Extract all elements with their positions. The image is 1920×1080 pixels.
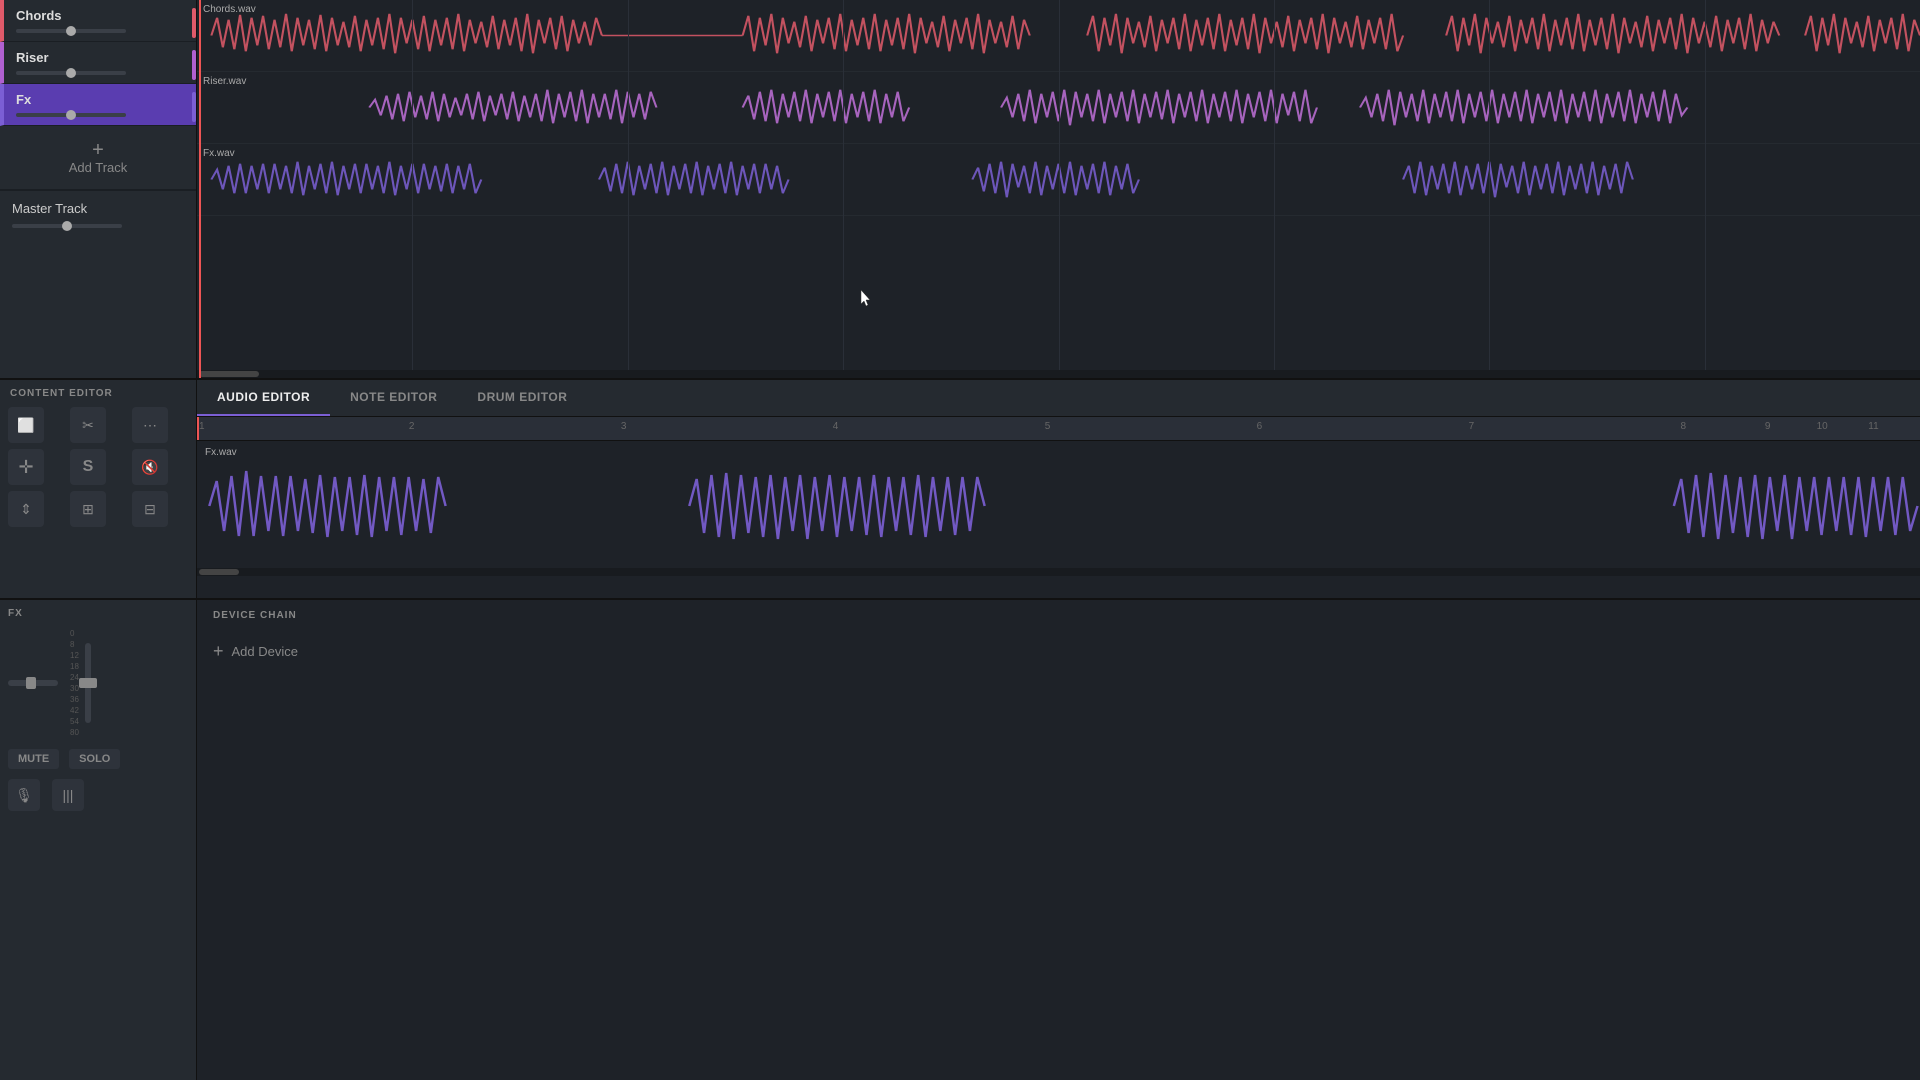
cut-tool-button[interactable]: ✂ bbox=[70, 407, 106, 443]
add-track-label: Add Track bbox=[69, 160, 128, 175]
vertical-fader[interactable] bbox=[85, 643, 91, 723]
ruler-mark-4: 4 bbox=[833, 421, 839, 432]
fx-clip-label: Fx.wav bbox=[203, 148, 235, 159]
tab-drum-editor[interactable]: DRUM EDITOR bbox=[457, 380, 587, 416]
content-editor-panel: CONTENT EDITOR ⬜ ✂ ⋯ ✛ S 🔇 ⇕ ⊞ ⊟ bbox=[0, 380, 197, 598]
ruler-mark-3: 3 bbox=[621, 421, 627, 432]
select-tool-button[interactable]: ⬜ bbox=[8, 407, 44, 443]
vertical-fader-thumb[interactable] bbox=[79, 678, 97, 688]
audio-editor-ruler: 1 2 3 4 5 6 7 8 9 10 11 bbox=[197, 417, 1920, 441]
stretch-tool-button[interactable]: S bbox=[70, 449, 106, 485]
playhead bbox=[199, 0, 201, 378]
ruler-mark-5: 5 bbox=[1045, 421, 1051, 432]
ruler-mark-11: 11 bbox=[1868, 421, 1878, 432]
timeline-scrollbar[interactable] bbox=[197, 370, 1920, 378]
ruler-mark-9: 9 bbox=[1765, 421, 1771, 432]
track-item-chords[interactable]: Chords bbox=[0, 0, 196, 42]
ungroup-tool-button[interactable]: ⊟ bbox=[132, 491, 168, 527]
audio-editor-content: 1 2 3 4 5 6 7 8 9 10 11 Fx.wav bbox=[197, 417, 1920, 598]
chords-waveform bbox=[197, 0, 1920, 71]
mute-solo-row: MUTE SOLO bbox=[8, 749, 188, 769]
audio-file-label: Fx.wav bbox=[199, 443, 243, 462]
riser-clip-label: Riser.wav bbox=[203, 76, 246, 87]
fx-waveform bbox=[197, 144, 1920, 215]
fx-fader-track[interactable] bbox=[8, 680, 58, 686]
ruler-mark-2: 2 bbox=[409, 421, 415, 432]
ruler-mark-10: 10 bbox=[1817, 421, 1828, 432]
record-button[interactable]: 🎙 bbox=[8, 779, 40, 811]
editor-tabs: AUDIO EDITOR NOTE EDITOR DRUM EDITOR bbox=[197, 380, 1920, 417]
vertical-fader-track[interactable] bbox=[85, 643, 91, 723]
move-tool-button[interactable]: ✛ bbox=[8, 449, 44, 485]
eq-button[interactable]: ||| bbox=[52, 779, 84, 811]
audio-editor-scrollbar[interactable] bbox=[197, 568, 1920, 576]
content-editor-label: CONTENT EDITOR bbox=[8, 388, 188, 399]
ruler-mark-6: 6 bbox=[1257, 421, 1263, 432]
audio-ruler-playhead bbox=[197, 417, 199, 440]
track-label-riser: Riser bbox=[16, 50, 184, 65]
chords-clip-label: Chords.wav bbox=[203, 4, 256, 15]
track-item-fx[interactable]: Fx bbox=[0, 84, 196, 126]
chords-track-row[interactable]: Chords.wav bbox=[197, 0, 1920, 72]
bottom-icons-row: 🎙 ||| bbox=[8, 779, 188, 811]
add-track-plus-icon: + bbox=[14, 140, 182, 160]
tool-grid: ⬜ ✂ ⋯ ✛ S 🔇 ⇕ ⊞ ⊟ bbox=[8, 407, 188, 527]
scrollbar-thumb[interactable] bbox=[199, 371, 259, 377]
fx-color-bar bbox=[192, 92, 196, 122]
ruler-mark-8: 8 bbox=[1681, 421, 1687, 432]
audio-editor-area: AUDIO EDITOR NOTE EDITOR DRUM EDITOR 1 2… bbox=[197, 380, 1920, 598]
master-volume-slider[interactable] bbox=[12, 224, 122, 228]
audio-waveform-area[interactable]: Fx.wav bbox=[197, 441, 1920, 576]
solo-button[interactable]: SOLO bbox=[69, 749, 120, 769]
ruler-mark-1: 1 bbox=[199, 421, 205, 432]
chords-volume-slider[interactable] bbox=[16, 29, 126, 33]
add-device-button[interactable]: + Add Device bbox=[213, 635, 1904, 668]
fx-panel: FX 0 8 12 18 24 30 36 42 54 80 bbox=[0, 600, 197, 1080]
timeline-area: Chords.wav bbox=[197, 0, 1920, 378]
master-track-section: Master Track bbox=[0, 190, 196, 238]
fx-track-row[interactable]: Fx.wav bbox=[197, 144, 1920, 216]
audio-editor-waveform-svg bbox=[197, 441, 1920, 571]
middle-section: CONTENT EDITOR ⬜ ✂ ⋯ ✛ S 🔇 ⇕ ⊞ ⊟ AUDIO E… bbox=[0, 380, 1920, 600]
track-label-fx: Fx bbox=[16, 92, 184, 107]
bottom-section: FX 0 8 12 18 24 30 36 42 54 80 bbox=[0, 600, 1920, 1080]
riser-volume-slider[interactable] bbox=[16, 71, 126, 75]
track-item-riser[interactable]: Riser bbox=[0, 42, 196, 84]
fx-volume-slider[interactable] bbox=[16, 113, 126, 117]
chords-color-bar bbox=[192, 8, 196, 38]
audio-editor-scrollbar-thumb[interactable] bbox=[199, 569, 239, 575]
tab-audio-editor[interactable]: AUDIO EDITOR bbox=[197, 380, 330, 416]
master-volume-thumb[interactable] bbox=[62, 221, 72, 231]
crop-tool-button[interactable]: ⋯ bbox=[132, 407, 168, 443]
empty-timeline-area[interactable] bbox=[197, 216, 1920, 370]
track-label-chords: Chords bbox=[16, 8, 184, 23]
fx-panel-label: FX bbox=[8, 608, 188, 619]
fx-fader-thumb[interactable] bbox=[26, 677, 36, 689]
riser-volume-thumb[interactable] bbox=[66, 68, 76, 78]
mute-tool-button[interactable]: 🔇 bbox=[132, 449, 168, 485]
add-device-label: Add Device bbox=[232, 644, 298, 659]
fx-fader-row: 0 8 12 18 24 30 36 42 54 80 bbox=[8, 629, 188, 737]
align-tool-button[interactable]: ⇕ bbox=[8, 491, 44, 527]
tracks-canvas[interactable]: Chords.wav bbox=[197, 0, 1920, 370]
mute-button[interactable]: MUTE bbox=[8, 749, 59, 769]
riser-waveform bbox=[197, 72, 1920, 143]
fx-volume-thumb[interactable] bbox=[66, 110, 76, 120]
group-tool-button[interactable]: ⊞ bbox=[70, 491, 106, 527]
riser-track-row[interactable]: Riser.wav bbox=[197, 72, 1920, 144]
master-track-label: Master Track bbox=[12, 201, 184, 216]
track-list: Chords Riser Fx + Add Track bbox=[0, 0, 197, 378]
tab-note-editor[interactable]: NOTE EDITOR bbox=[330, 380, 457, 416]
top-section: Chords Riser Fx + Add Track bbox=[0, 0, 1920, 380]
device-chain-label: DEVICE CHAIN bbox=[213, 610, 1904, 621]
device-chain-panel: DEVICE CHAIN + Add Device bbox=[197, 600, 1920, 1080]
ruler-mark-7: 7 bbox=[1469, 421, 1475, 432]
chords-volume-thumb[interactable] bbox=[66, 26, 76, 36]
meter-labels: 0 8 12 18 24 30 36 42 54 80 bbox=[70, 629, 79, 737]
add-device-plus-icon: + bbox=[213, 641, 224, 662]
add-track-button[interactable]: + Add Track bbox=[0, 126, 196, 190]
riser-color-bar bbox=[192, 50, 196, 80]
